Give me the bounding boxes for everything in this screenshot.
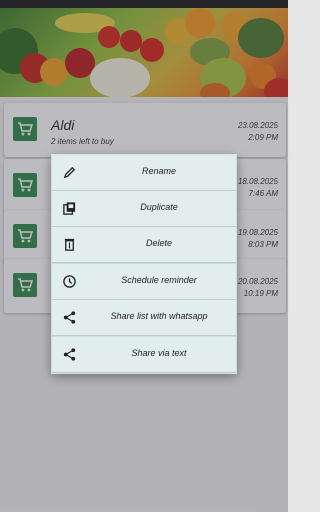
menu-item-schedule-reminder[interactable]: Schedule reminder [52,264,236,299]
menu-item-delete[interactable]: Delete [52,227,236,262]
share-icon [63,348,76,361]
context-menu: Rename Duplicate Delete Schedule reminde… [51,154,237,374]
trash-icon [64,238,75,251]
menu-item-label: Share via text [131,348,187,358]
menu-item-label: Schedule reminder [121,275,197,285]
menu-item-label: Delete [145,238,172,248]
pencil-icon [63,166,76,179]
menu-item-rename[interactable]: Rename [52,155,236,190]
duplicate-icon [63,202,76,215]
menu-item-label: Rename [141,166,177,176]
menu-item-label: Duplicate [140,202,178,212]
share-icon [63,311,76,324]
menu-item-label: Share list with whatsapp [110,311,208,321]
menu-item-share-whatsapp[interactable]: Share list with whatsapp [52,300,236,335]
clock-icon [63,275,76,288]
menu-item-duplicate[interactable]: Duplicate [52,191,236,226]
menu-item-share-text[interactable]: Share via text [52,337,236,372]
